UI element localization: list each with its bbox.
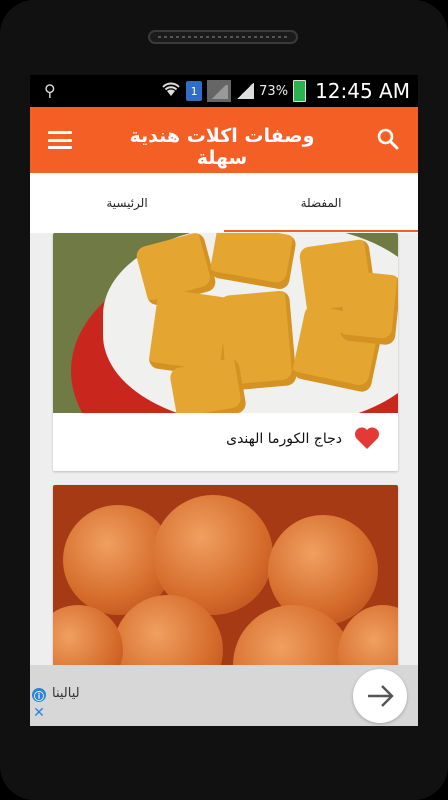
screen: ⚲ 1 73% 12:45 AM وصفات اكلات هندية سهلة [30,75,418,726]
ad-banner[interactable]: ⓘ ✕ ليالينا [30,665,418,726]
tab-bar: الرئيسية المفضلة [30,173,418,233]
search-icon[interactable] [376,127,400,151]
tab-home[interactable]: الرئيسية [30,173,224,233]
battery-icon [293,80,307,102]
app-bar: وصفات اكلات هندية سهلة [30,107,418,173]
phone-frame: ⚲ 1 73% 12:45 AM وصفات اكلات هندية سهلة [0,0,448,800]
battery-percent: 73% [259,83,289,99]
wifi-icon [161,80,181,102]
recipe-title: دجاج الكورما الهندى [226,431,342,447]
ad-close-icon[interactable]: ✕ [32,706,46,720]
recipe-image [53,233,398,413]
status-bar: ⚲ 1 73% 12:45 AM [30,75,418,107]
tab-favorites[interactable]: المفضلة [224,173,418,233]
clock: 12:45 AM [315,79,410,103]
heart-icon[interactable] [354,426,380,450]
ad-info-icon[interactable]: ⓘ [32,688,46,703]
no-signal-icon [207,80,232,102]
ad-text: ليالينا [52,686,80,701]
menu-icon[interactable] [48,131,72,149]
signal-icon [236,83,255,99]
usb-icon: ⚲ [44,81,56,100]
tab-indicator [224,230,418,232]
sim-icon: 1 [186,81,203,101]
arrow-right-icon[interactable] [353,669,407,723]
phone-speaker [148,30,298,44]
app-title: وصفات اكلات هندية سهلة [129,125,315,169]
recipe-card[interactable]: دجاج الكورما الهندى [53,233,398,471]
status-right-group: 1 73% 12:45 AM [161,78,410,104]
